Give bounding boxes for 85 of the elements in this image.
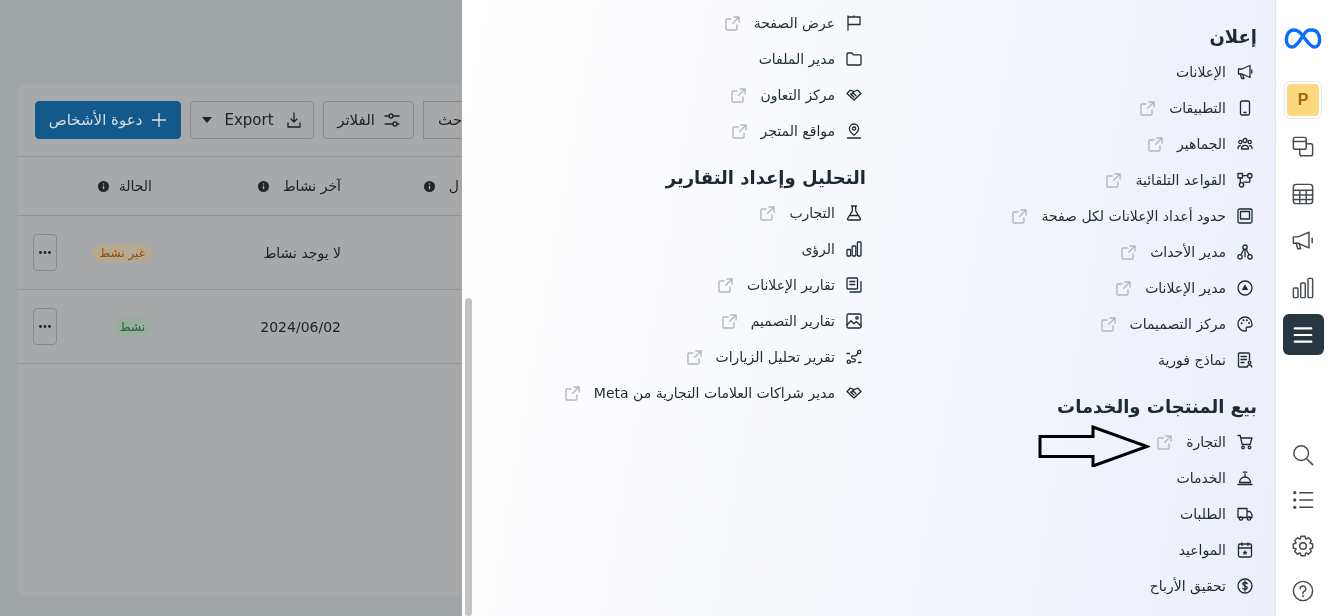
- info-icon: [97, 180, 109, 192]
- menu-item[interactable]: الخدمات: [1176, 470, 1253, 486]
- form-icon: [1237, 352, 1253, 368]
- infinity-logo[interactable]: [1284, 27, 1322, 49]
- ellipsis-icon: [39, 251, 51, 254]
- image-icon: [846, 313, 862, 329]
- calendar-icon: [1237, 542, 1253, 558]
- menu-item[interactable]: حدود أعداد الإعلانات لكل صفحة: [1012, 208, 1253, 224]
- menu-item[interactable]: القواعد التلقائية: [1106, 172, 1253, 188]
- cart-icon: [1237, 434, 1253, 450]
- menu-item[interactable]: عرض الصفحة: [724, 15, 862, 31]
- section-heading: بيع المنتجات والخدمات: [1057, 395, 1257, 420]
- menu-item[interactable]: مدير الملفات: [758, 51, 862, 67]
- menu-item[interactable]: تقارير الإعلانات: [718, 277, 862, 293]
- folder-icon: [846, 51, 862, 67]
- menu-button[interactable]: [1282, 314, 1324, 355]
- menu-item[interactable]: مركز التصميمات: [1100, 316, 1253, 332]
- bar-chart-icon: [846, 241, 862, 257]
- service-bell-icon: [1237, 470, 1253, 486]
- table-icon[interactable]: [1292, 182, 1314, 205]
- more-button[interactable]: [33, 308, 57, 345]
- frame-icon: [1237, 208, 1253, 224]
- bar-chart-icon[interactable]: [1292, 276, 1314, 299]
- info-icon: [257, 180, 269, 192]
- settings-icon[interactable]: [1292, 534, 1314, 557]
- menu-item[interactable]: مدير الإعلانات: [1116, 280, 1253, 296]
- handshake-icon: [846, 385, 862, 401]
- menu-icon: [1292, 324, 1314, 345]
- report-icon: [846, 277, 862, 293]
- megaphone-icon[interactable]: [1292, 229, 1314, 252]
- help-icon[interactable]: [1292, 580, 1314, 603]
- list-icon[interactable]: [1292, 489, 1314, 512]
- menu-item[interactable]: الإعلانات: [1176, 64, 1253, 80]
- export-button[interactable]: Export: [190, 101, 314, 139]
- column-header: الحالة: [118, 178, 152, 194]
- menu-item[interactable]: مواقع المتجر: [731, 123, 862, 139]
- menu-item[interactable]: نماذج فورية: [1157, 352, 1253, 368]
- invite-button[interactable]: دعوة الأشخاص: [35, 101, 181, 139]
- menu-item[interactable]: تقرير تحليل الزيارات: [686, 349, 862, 365]
- sliders-icon: [383, 112, 400, 128]
- section-heading: إعلان: [1209, 25, 1257, 49]
- search-button[interactable]: حث: [423, 101, 462, 139]
- menu-item[interactable]: التجارة: [1157, 434, 1253, 450]
- dollar-icon: [1237, 578, 1253, 594]
- menu-item[interactable]: تحقيق الأرباح: [1149, 578, 1253, 594]
- flowchart-icon: [1237, 172, 1253, 188]
- status-tag: غير نشط: [92, 243, 152, 262]
- menu-item[interactable]: مدير شراكات العلامات التجارية من Meta: [564, 385, 862, 401]
- menu-item[interactable]: التجارب: [760, 205, 862, 221]
- route-icon: [846, 349, 862, 365]
- handshake-icon: [846, 87, 862, 103]
- megaphone-icon: [1237, 64, 1253, 80]
- column-header: آخر نشاط: [282, 178, 341, 194]
- flask-icon: [846, 205, 862, 221]
- search-icon[interactable]: [1292, 443, 1314, 466]
- table-cell: 2024/06/02: [260, 318, 341, 335]
- truck-icon: [1237, 506, 1253, 522]
- scrollbar-thumb[interactable]: [465, 298, 472, 616]
- menu-item[interactable]: الرؤى: [801, 241, 862, 257]
- column-header: ل: [448, 178, 459, 194]
- filters-button[interactable]: الفلاتر: [323, 101, 414, 139]
- network-icon: [1237, 244, 1253, 260]
- status-tag: نشط: [112, 317, 152, 336]
- menu-item[interactable]: تقارير التصميم: [721, 313, 862, 329]
- more-button[interactable]: [33, 234, 57, 271]
- section-heading: التحليل وإعداد التقارير: [665, 166, 866, 191]
- location-pin-icon: [846, 123, 862, 139]
- info-icon: [423, 180, 435, 192]
- people-icon: [1237, 136, 1253, 152]
- flag-icon: [846, 15, 862, 31]
- menu-item[interactable]: الجماهير: [1148, 136, 1253, 152]
- account-avatar[interactable]: P: [1284, 80, 1322, 119]
- menu-item[interactable]: المواعيد: [1178, 542, 1253, 558]
- pages-icon[interactable]: [1292, 135, 1314, 158]
- palette-icon: [1237, 316, 1253, 332]
- download-icon: [285, 112, 302, 128]
- plus-icon: [151, 112, 168, 128]
- phone-icon: [1237, 100, 1253, 116]
- menu-item[interactable]: مركز التعاون: [731, 87, 862, 103]
- ellipsis-icon: [39, 325, 51, 328]
- caret-icon: [202, 117, 213, 123]
- table-cell: لا يوجد نشاط: [263, 244, 341, 261]
- menu-item[interactable]: التطبيقات: [1140, 100, 1253, 116]
- menu-item[interactable]: الطلبات: [1180, 506, 1253, 522]
- menu-item[interactable]: مدير الأحداث: [1121, 244, 1253, 260]
